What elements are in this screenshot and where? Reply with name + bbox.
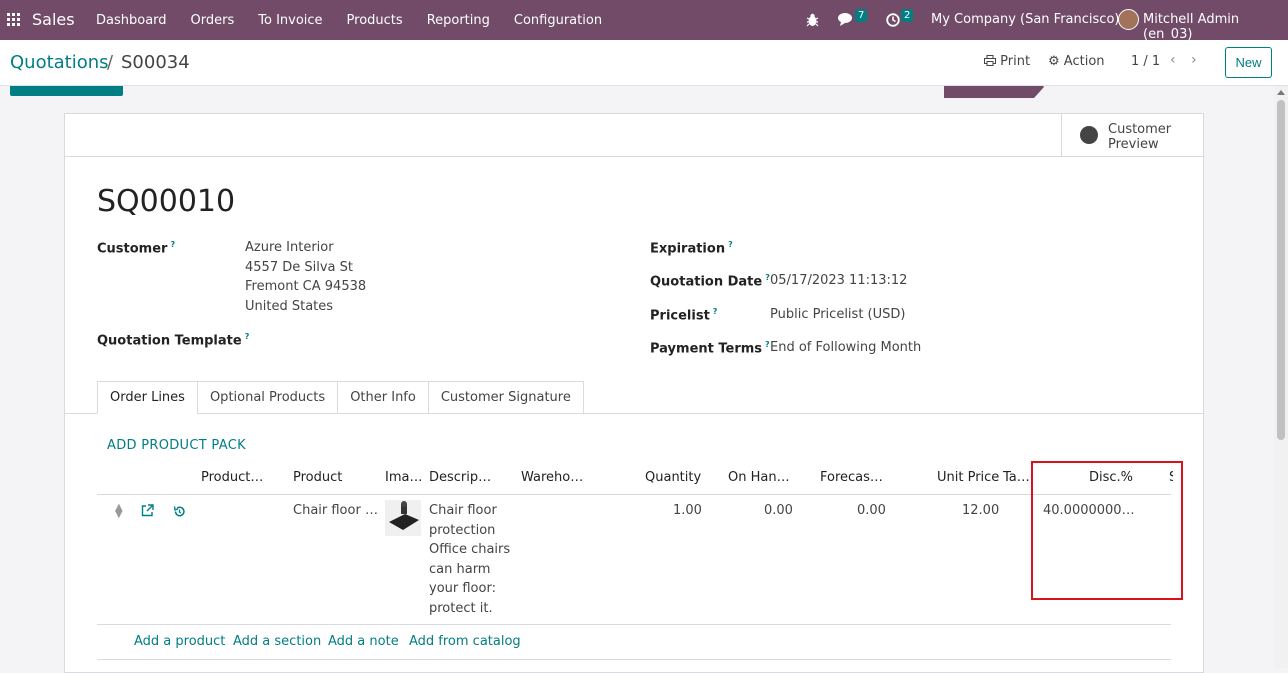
quotation-date-label: Quotation Date?	[650, 273, 770, 290]
page-scrollbar[interactable]	[1274, 86, 1288, 668]
form-sheet: Customer Preview SQ00010 Customer? Azure…	[64, 113, 1204, 673]
product-image	[385, 500, 421, 536]
notebook-tabs: Order Lines Optional Products Other Info…	[97, 381, 584, 414]
stage-quotation[interactable]	[944, 86, 1044, 98]
main-menu: Dashboard Orders To Invoice Products Rep…	[84, 0, 614, 40]
help-icon[interactable]: ?	[728, 240, 733, 249]
col-forecast[interactable]: Forecas…	[820, 470, 883, 485]
cell-description[interactable]: Chair floor protection Office chairs can…	[429, 501, 519, 618]
action-button[interactable]: ⚙ Action	[1048, 54, 1105, 69]
expiration-label: Expiration?	[650, 240, 733, 257]
customer-city: Fremont CA 94538	[245, 279, 367, 294]
cell-unit-price[interactable]: 12.00	[962, 503, 999, 518]
drag-handle-icon[interactable]: ▲ ▼	[115, 503, 123, 520]
row-divider	[97, 624, 1171, 625]
template-field[interactable]	[245, 328, 545, 350]
bug-icon[interactable]	[806, 13, 819, 27]
print-button[interactable]: Print	[984, 54, 1030, 69]
col-description[interactable]: Descrip…	[429, 470, 491, 485]
menu-dashboard[interactable]: Dashboard	[84, 13, 179, 28]
pricelist-label: Pricelist?	[650, 307, 718, 324]
breadcrumb-current: S00034	[121, 52, 190, 73]
template-label: Quotation Template?	[97, 332, 250, 349]
new-button[interactable]: New	[1225, 47, 1272, 78]
col-image[interactable]: Ima…	[385, 470, 422, 485]
app-name[interactable]: Sales	[32, 10, 75, 29]
help-icon[interactable]: ?	[170, 240, 175, 249]
col-product[interactable]: Product	[293, 470, 342, 485]
payment-terms-field[interactable]: End of Following Month	[770, 338, 921, 358]
pager-next-icon[interactable]: ›	[1191, 52, 1197, 68]
gear-icon: ⚙	[1048, 54, 1060, 69]
quotation-number: SQ00010	[97, 184, 236, 219]
col-quantity[interactable]: Quantity	[645, 470, 701, 485]
print-label: Print	[1000, 54, 1031, 69]
send-by-email-button[interactable]	[10, 86, 123, 96]
history-icon[interactable]	[173, 505, 186, 518]
add-note-link[interactable]: Add a note	[328, 634, 399, 649]
activities-badge: 2	[901, 9, 914, 22]
button-box: Customer Preview	[65, 114, 1203, 157]
pricelist-field[interactable]: Public Pricelist (USD)	[770, 305, 905, 325]
add-section-link[interactable]: Add a section	[233, 634, 321, 649]
statusbar-scrolled	[0, 86, 1274, 98]
menu-configuration[interactable]: Configuration	[502, 13, 614, 28]
payment-terms-label: Payment Terms?	[650, 340, 770, 357]
tab-customer-signature[interactable]: Customer Signature	[427, 381, 584, 414]
tab-order-lines[interactable]: Order Lines	[97, 381, 198, 414]
col-on-hand[interactable]: On Han…	[728, 470, 790, 485]
expiration-field[interactable]	[770, 236, 1070, 258]
customer-field[interactable]: Azure Interior 4557 De Silva St Fremont …	[245, 238, 366, 316]
customer-preview-label: Customer Preview	[1108, 122, 1172, 152]
customer-country: United States	[245, 298, 334, 314]
company-switcher[interactable]: My Company (San Francisco)	[931, 12, 1119, 27]
col-unit-price[interactable]: Unit Price	[937, 470, 999, 485]
cell-forecast: 0.00	[857, 503, 886, 518]
pager-value[interactable]: 1 / 1	[1131, 54, 1160, 69]
user-avatar[interactable]	[1118, 9, 1139, 30]
messages-badge: 7	[855, 9, 868, 22]
globe-icon	[1080, 126, 1098, 144]
tab-other-info[interactable]: Other Info	[337, 381, 429, 414]
add-from-catalog-link[interactable]: Add from catalog	[409, 634, 521, 649]
col-taxes[interactable]: Ta…	[1003, 470, 1030, 485]
add-product-pack-button[interactable]: ADD PRODUCT PACK	[107, 438, 246, 453]
add-product-link[interactable]: Add a product	[134, 634, 225, 649]
menu-reporting[interactable]: Reporting	[415, 13, 502, 28]
clock-icon[interactable]	[886, 13, 900, 27]
cell-product[interactable]: Chair floor …	[293, 503, 378, 518]
customer-street: 4557 De Silva St	[245, 259, 353, 275]
apps-menu-icon[interactable]	[7, 13, 20, 26]
breadcrumb-separator: /	[107, 52, 114, 73]
printer-icon	[984, 55, 996, 66]
scroll-thumb[interactable]	[1277, 100, 1285, 440]
customer-name: Azure Interior	[245, 240, 334, 255]
customer-preview-button[interactable]: Customer Preview	[1061, 114, 1203, 157]
scroll-up-icon[interactable]	[1277, 90, 1285, 95]
menu-to-invoice[interactable]: To Invoice	[246, 13, 334, 28]
customer-label: Customer?	[97, 240, 176, 257]
messages-icon[interactable]	[838, 12, 855, 27]
external-link-icon[interactable]	[141, 504, 154, 517]
menu-products[interactable]: Products	[335, 13, 415, 28]
control-panel: Quotations / S00034 Print ⚙ Action 1 / 1…	[0, 40, 1288, 86]
user-menu[interactable]: Mitchell Admin (en_03)	[1143, 12, 1288, 42]
quotation-date-field[interactable]: 05/17/2023 11:13:12	[770, 271, 907, 291]
footer-divider	[97, 659, 1171, 660]
menu-orders[interactable]: Orders	[179, 13, 247, 28]
cell-quantity[interactable]: 1.00	[673, 503, 702, 518]
help-icon[interactable]: ?	[713, 307, 718, 316]
tab-optional-products[interactable]: Optional Products	[196, 381, 339, 414]
cell-on-hand: 0.00	[764, 503, 793, 518]
pager-previous-icon[interactable]: ‹	[1170, 52, 1176, 68]
breadcrumb-quotations[interactable]: Quotations	[10, 52, 109, 73]
action-label: Action	[1063, 54, 1105, 69]
col-warehouse[interactable]: Wareho…	[521, 470, 583, 485]
discount-column-highlight	[1031, 461, 1183, 600]
table-header-divider	[97, 494, 1171, 495]
top-navbar: Sales Dashboard Orders To Invoice Produc…	[0, 0, 1288, 42]
help-icon[interactable]: ?	[765, 340, 770, 349]
col-product-variant[interactable]: Product…	[201, 470, 263, 485]
